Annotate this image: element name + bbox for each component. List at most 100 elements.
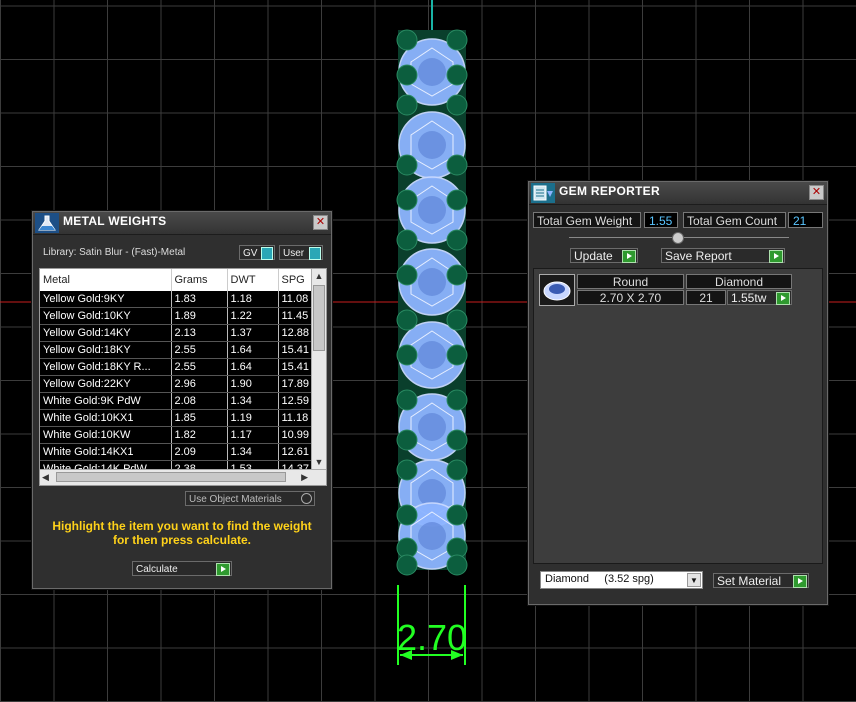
gem-prong [396,264,418,286]
gem-table [418,196,446,224]
gem-table [418,522,446,550]
set-material-button[interactable]: Set Material [713,573,809,588]
table-cell: White Gold:10KX1 [40,409,172,427]
column-header-metal[interactable]: Metal [40,269,172,291]
gem-prong [396,504,418,526]
gem-prong [396,94,418,116]
table-cell: 1.34 [227,392,279,410]
gem-table [418,131,446,159]
table-cell: 1.90 [227,375,279,393]
user-label: User [283,248,305,259]
gem-prong [446,309,468,331]
table-cell: Yellow Gold:10KY [40,307,172,325]
ring-model[interactable] [396,29,468,576]
table-row[interactable]: White Gold:9K PdW 2.08 1.34 12.59 [40,392,313,410]
gem-reporter-panel: GEM REPORTER ✕ Total Gem Weight 1.55 Tot… [528,181,828,605]
gv-toggle[interactable]: GV [239,245,275,260]
total-gem-count-value: 21 [788,212,823,228]
gem-report-icon [531,183,555,203]
table-row[interactable]: White Gold:10KX1 1.85 1.19 11.18 [40,409,313,427]
metal-table-header: Metal Grams DWT SPG [40,269,313,291]
user-toggle[interactable]: User [279,245,323,260]
scroll-left-icon[interactable]: ◀ [42,470,49,485]
use-object-materials-toggle[interactable]: Use Object Materials [185,491,315,506]
scroll-up-icon[interactable]: ▲ [312,269,326,283]
gem-slider-knob[interactable] [672,232,684,244]
gem-list-area: Round Diamond 2.70 X 2.70 21 1.55tw [533,268,823,564]
total-gem-count-label: Total Gem Count [683,212,786,228]
table-row[interactable]: Yellow Gold:18KY 2.55 1.64 15.41 [40,341,313,359]
gem-table [418,413,446,441]
table-cell: White Gold:9K PdW [40,392,172,410]
save-report-button[interactable]: Save Report [661,248,785,263]
table-row[interactable]: Yellow Gold:9KY 1.83 1.18 11.08 [40,291,313,308]
play-icon [776,292,790,305]
metal-weights-titlebar[interactable]: METAL WEIGHTS ✕ [33,212,331,235]
gem-thumbnail[interactable] [539,274,575,306]
gem-prong [446,429,468,451]
material-select[interactable]: Diamond (3.52 spg) ▼ [540,571,703,589]
gem-prong [396,344,418,366]
hscroll-thumb[interactable] [56,472,286,482]
gem-size: 2.70 X 2.70 [577,290,684,305]
gem-material: Diamond [686,274,792,289]
metal-table-vscrollbar[interactable]: ▲ ▼ [311,269,326,469]
metal-table-container: Metal Grams DWT SPG Yellow Gold:9KY 1.83 1.18… [39,268,327,486]
play-icon [769,250,783,263]
gem-prong [446,189,468,211]
gem-count: 21 [686,290,726,305]
gem-reporter-close-button[interactable]: ✕ [809,185,824,200]
metal-weights-close-button[interactable]: ✕ [313,215,328,230]
total-gem-weight-label: Total Gem Weight [533,212,641,228]
metal-table-hscrollbar[interactable]: ◀ ▶ [40,469,326,485]
table-cell: 1.34 [227,443,279,461]
table-cell: 1.19 [227,409,279,427]
table-cell: 2.55 [171,341,228,359]
gem-reporter-titlebar[interactable]: GEM REPORTER ✕ [529,182,827,205]
table-row[interactable]: White Gold:14KX1 2.09 1.34 12.61 [40,443,313,461]
play-icon [793,575,807,588]
gem-prong [446,344,468,366]
table-row[interactable]: White Gold:10KW 1.82 1.17 10.99 [40,426,313,444]
table-row[interactable]: Yellow Gold:10KY 1.89 1.22 11.45 [40,307,313,325]
table-cell: 11.18 [278,409,313,427]
table-cell: White Gold:10KW [40,426,172,444]
table-cell: 1.18 [227,291,279,308]
table-cell: 12.61 [278,443,313,461]
update-button[interactable]: Update [570,248,638,263]
gv-indicator-icon [261,247,273,260]
gem-weight-button[interactable]: 1.55tw [727,290,792,305]
user-indicator-icon [309,247,321,260]
table-cell: 17.89 [278,375,313,393]
table-cell: 2.13 [171,324,228,342]
chevron-down-icon[interactable]: ▼ [687,573,701,587]
gem-reporter-title: GEM REPORTER [559,184,660,198]
table-row[interactable]: Yellow Gold:18KY R... 2.55 1.64 15.41 [40,358,313,376]
table-cell: 1.22 [227,307,279,325]
gem-prong [446,459,468,481]
column-header-dwt[interactable]: DWT [227,269,279,291]
gem-prong [446,94,468,116]
vscroll-thumb[interactable] [313,285,325,351]
table-cell: White Gold:14KX1 [40,443,172,461]
table-cell: 1.83 [171,291,228,308]
material-select-value: Diamond (3.52 spg) [545,573,654,585]
set-material-label: Set Material [717,574,782,588]
column-header-spg[interactable]: SPG [278,269,313,291]
table-row[interactable]: Yellow Gold:14KY 2.13 1.37 12.88 [40,324,313,342]
gem-prong [396,189,418,211]
play-icon [622,250,636,263]
table-cell: 2.96 [171,375,228,393]
gem-prong [446,389,468,411]
table-row[interactable]: Yellow Gold:22KY 2.96 1.90 17.89 [40,375,313,393]
table-cell: 11.45 [278,307,313,325]
round-gem-icon [543,281,571,301]
metal-weights-panel: METAL WEIGHTS ✕ Library: Satin Blur - (F… [32,211,332,589]
scroll-down-icon[interactable]: ▼ [312,455,326,469]
scroll-right-icon[interactable]: ▶ [301,470,308,485]
calculate-button[interactable]: Calculate [132,561,232,576]
gem-prong [446,154,468,176]
dimension-label: 2.70 [397,617,467,658]
column-header-grams[interactable]: Grams [171,269,228,291]
gem-weight-label: 1.55tw [731,291,767,305]
